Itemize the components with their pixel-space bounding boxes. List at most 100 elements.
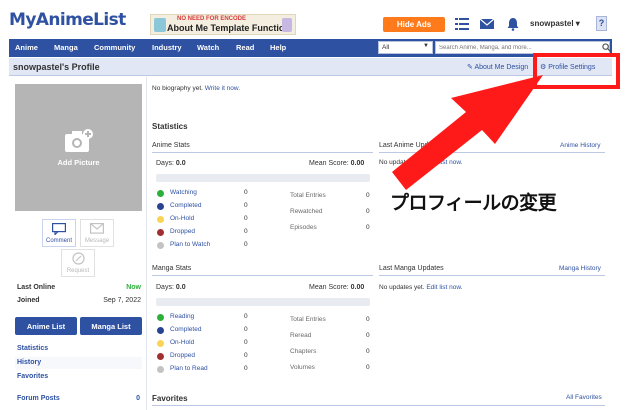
profile-picture-placeholder[interactable]: Add Picture [15,84,142,211]
banner-title: About Me Template Function [167,23,290,33]
entry-count: 0 [366,332,370,339]
manga-list-button[interactable]: Manga List [80,317,142,335]
status-dot-icon [157,203,164,210]
search-category-value: All [382,44,390,51]
entry-count: 0 [366,316,370,323]
about-me-design-label: About Me Design [474,64,529,71]
manga-mean-value: 0.00 [350,284,365,291]
friend-request-button[interactable]: Request [61,249,95,277]
manga-mean-label: Mean Score: [309,284,349,291]
last-manga-divider [379,275,605,276]
edit-manga-list-link[interactable]: Edit list now. [426,284,462,291]
status-label: Reading [170,313,195,320]
status-count: 0 [244,339,248,346]
entry-count: 0 [366,192,370,199]
nav-community[interactable]: Community [94,43,135,52]
status-label: On-Hold [170,215,195,222]
status-count: 0 [244,365,248,372]
entry-count: 0 [366,364,370,371]
biography-text: No biography yet. [152,85,203,92]
status-count: 0 [244,215,248,222]
status-label: Dropped [170,352,195,359]
entry-label: Volumes [290,364,315,371]
nav-read[interactable]: Read [236,43,254,52]
entry-label: Total Entries [290,192,326,199]
status-dot-icon [157,353,164,360]
entry-label: Episodes [290,224,317,231]
add-picture-label: Add Picture [57,158,100,167]
last-manga-empty-text: No updates yet. [379,284,425,291]
all-favorites-link[interactable]: All Favorites [566,394,602,401]
favorites-heading: Favorites [152,394,188,403]
nav-watch[interactable]: Watch [197,43,219,52]
nav-manga[interactable]: Manga [54,43,78,52]
promo-banner[interactable]: NO NEED FOR ENCODE About Me Template Fun… [150,14,296,35]
statistics-link[interactable]: Statistics [15,343,142,355]
joined-value: Sep 7, 2022 [103,297,141,304]
status-label: On-Hold [170,339,195,346]
user-menu[interactable]: snowpastel ▾ [530,19,580,28]
hide-ads-button[interactable]: Hide Ads [383,17,445,32]
last-manga-empty: No updates yet. Edit list now. [379,284,462,291]
entry-label: Chapters [290,348,317,355]
status-dot-icon [157,314,164,321]
message-button[interactable]: Message [80,219,114,247]
anime-stats-bar [156,174,370,182]
status-dot-icon [157,242,164,249]
anime-mean-score: Mean Score: 0.00 [309,160,364,167]
manga-entry-row: Reread 0 [290,332,370,339]
joined-label: Joined [17,297,40,304]
write-biography-link[interactable]: Write it now. [205,85,240,92]
joined-row: Joined Sep 7, 2022 [17,297,141,304]
mail-icon[interactable] [480,17,494,31]
nav-industry[interactable]: Industry [152,43,182,52]
last-manga-updates-heading: Last Manga Updates [379,265,444,272]
banner-subtitle: NO NEED FOR ENCODE [177,16,247,22]
favorites-divider [152,405,605,406]
favorites-link[interactable]: Favorites [15,371,142,383]
manga-history-link[interactable]: Manga History [559,265,601,272]
forum-posts-label: Forum Posts [17,395,60,402]
search-icon[interactable] [602,43,611,52]
last-online-label: Last Online [17,284,56,291]
manga-entry-row: Total Entries 0 [290,316,370,323]
status-count: 0 [244,228,248,235]
pencil-icon: ✎ [467,64,473,71]
status-count: 0 [244,241,248,248]
list-icon[interactable] [455,17,469,31]
entry-count: 0 [366,224,370,231]
anime-days: Days: 0.0 [156,160,186,167]
last-online-row: Last Online Now [17,284,141,291]
search-category-select[interactable]: All ▼ [378,41,433,54]
status-label: Plan to Read [170,365,208,372]
chevron-down-icon: ▼ [423,43,429,49]
site-logo[interactable]: MyAnimeList [9,10,126,30]
biography: No biography yet. Write it now. [152,85,240,92]
manga-stats-divider [152,275,373,276]
banner-decoration-left [154,18,166,32]
anime-entry-row: Rewatched 0 [290,208,370,215]
status-dot-icon [157,229,164,236]
entry-label: Rewatched [290,208,323,215]
bell-icon[interactable] [506,17,520,31]
entry-count: 0 [366,208,370,215]
nav-help[interactable]: Help [270,43,286,52]
entry-label: Reread [290,332,312,339]
message-label: Message [84,238,110,244]
forum-posts-link[interactable]: Forum Posts 0 [15,393,142,404]
about-me-design-link[interactable]: ✎ About Me Design [467,63,528,71]
request-label: Request [66,268,90,274]
comment-button[interactable]: Comment [42,219,76,247]
history-link[interactable]: History [15,357,142,369]
manga-stats-heading: Manga Stats [152,265,192,272]
status-label: Dropped [170,228,195,235]
anime-days-label: Days: [156,160,174,167]
banner-decoration-right [282,18,292,32]
status-label: Watching [170,189,197,196]
anime-history-link[interactable]: Anime History [560,142,600,149]
anime-list-button[interactable]: Anime List [15,317,77,335]
anime-stats-heading: Anime Stats [152,142,190,149]
nav-anime[interactable]: Anime [15,43,38,52]
link-icon [71,252,85,265]
help-icon[interactable]: ? [596,16,607,31]
